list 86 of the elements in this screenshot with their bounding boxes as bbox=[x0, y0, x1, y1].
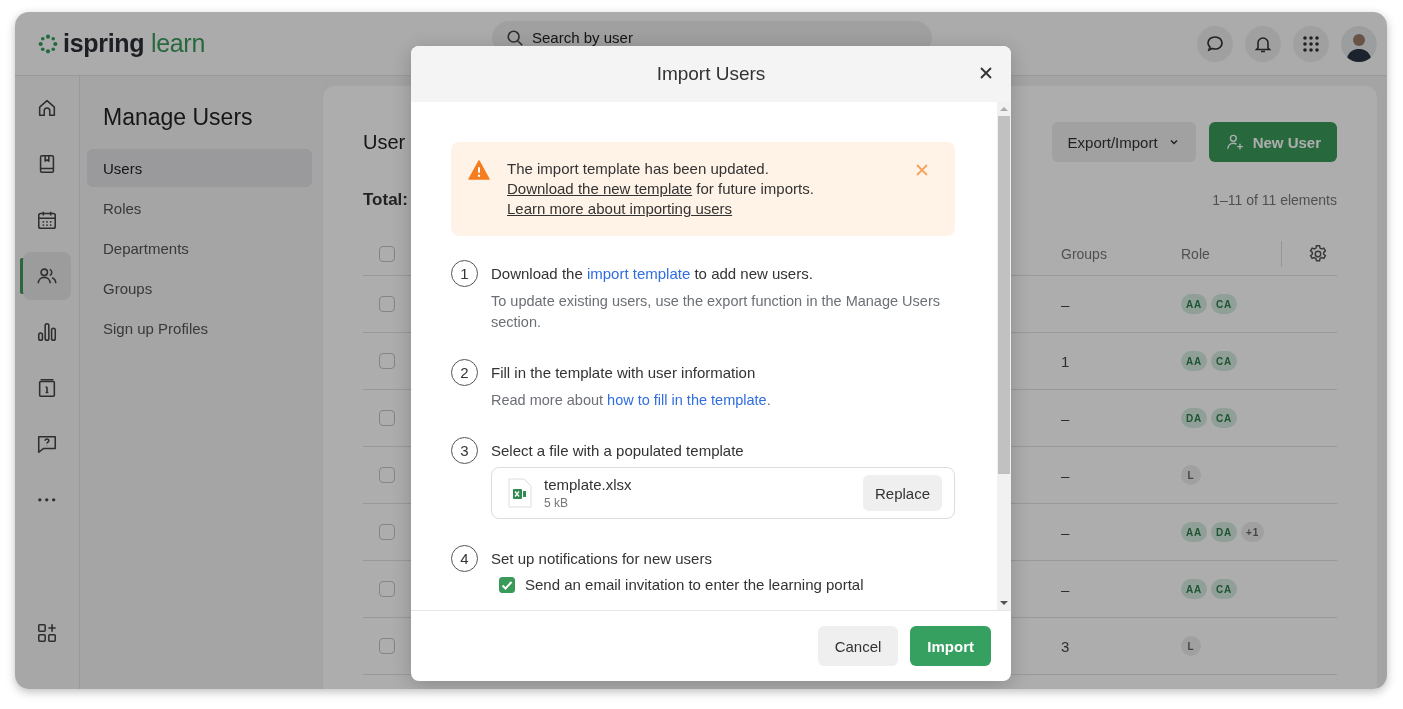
home-icon bbox=[36, 97, 58, 119]
step-title: Select a file with a populated template bbox=[491, 441, 745, 461]
row-checkbox[interactable] bbox=[379, 353, 395, 369]
replace-button[interactable]: Replace bbox=[862, 475, 942, 511]
step-title: Fill in the template with user information bbox=[491, 363, 757, 383]
total-label: Total: bbox=[363, 190, 408, 210]
column-header[interactable]: Groups bbox=[1061, 245, 1181, 262]
sidebar-item[interactable]: Sign up Profiles bbox=[87, 309, 312, 347]
step-note: To update existing users, use the export function in the Manage Users section. bbox=[491, 292, 941, 332]
apps-icon bbox=[36, 622, 58, 644]
chart-icon bbox=[36, 321, 58, 343]
section-title: Manage Users bbox=[103, 104, 254, 131]
chat-button[interactable] bbox=[1197, 25, 1233, 62]
new-user-button[interactable]: New User bbox=[1208, 122, 1337, 162]
table-cell-text: 3 bbox=[1061, 637, 1071, 655]
apps-grid-button[interactable] bbox=[1293, 25, 1329, 62]
chat-bubble-icon bbox=[1205, 33, 1225, 54]
row-checkbox[interactable] bbox=[379, 638, 395, 654]
add-user-icon bbox=[1224, 132, 1245, 152]
warning-icon bbox=[468, 160, 490, 180]
help-icon bbox=[36, 433, 58, 455]
role-badge: DA bbox=[1181, 408, 1208, 428]
download-template-link[interactable]: Download the new template bbox=[507, 180, 693, 197]
role-badge: CA bbox=[1211, 579, 1238, 599]
export-import-button[interactable]: Export/Import bbox=[1051, 122, 1196, 162]
role-badge: L bbox=[1181, 465, 1201, 485]
users-nav-button[interactable] bbox=[23, 252, 71, 300]
role-badge: AA bbox=[1181, 522, 1208, 542]
scroll-down-icon[interactable] bbox=[1000, 600, 1008, 606]
step-title: Download the import template to add new users. bbox=[491, 264, 814, 284]
row-checkbox[interactable] bbox=[379, 410, 395, 426]
template-link[interactable]: import template bbox=[586, 265, 691, 282]
pagination-count: 1–11 of 11 elements bbox=[1212, 192, 1337, 208]
dialog-title: Import Users bbox=[656, 63, 766, 85]
row-checkbox[interactable] bbox=[379, 524, 395, 540]
settings-icon[interactable] bbox=[1307, 242, 1329, 265]
more-icon bbox=[38, 498, 56, 502]
table-cell-text: – bbox=[1061, 409, 1071, 427]
logo-icon bbox=[37, 32, 59, 55]
cancel-button[interactable]: Cancel bbox=[817, 626, 899, 666]
role-badge: CA bbox=[1211, 294, 1238, 314]
close-button[interactable] bbox=[979, 66, 993, 80]
avatar[interactable] bbox=[1341, 25, 1377, 62]
notification-button[interactable] bbox=[1245, 25, 1281, 62]
role-badge: CA bbox=[1211, 351, 1238, 371]
role-badge: AA bbox=[1181, 294, 1208, 314]
row-checkbox[interactable] bbox=[379, 467, 395, 483]
import-button[interactable]: Import bbox=[910, 626, 991, 666]
row-checkbox[interactable] bbox=[379, 296, 395, 312]
table-cell-text: – bbox=[1061, 523, 1071, 541]
info-icon bbox=[36, 377, 58, 399]
search-icon bbox=[506, 28, 524, 47]
file-size: 5 kB bbox=[544, 496, 569, 510]
page-title: User bbox=[363, 130, 406, 154]
table-cell-text: – bbox=[1061, 466, 1071, 484]
role-badge: L bbox=[1181, 636, 1201, 656]
learn-more-link[interactable]: Learn more about importing users bbox=[507, 199, 733, 219]
help-link[interactable]: how to fill in the template bbox=[607, 392, 767, 408]
select-all-checkbox[interactable] bbox=[379, 245, 395, 262]
role-badge: DA bbox=[1211, 522, 1238, 542]
spreadsheet-file-icon bbox=[508, 478, 532, 508]
logo-text: ispring learn bbox=[63, 29, 205, 58]
checkbox-label[interactable]: Send an email invitation to enter the learning portal bbox=[525, 576, 864, 593]
step-note: Read more about how to fill in the template. bbox=[491, 391, 772, 410]
role-badge: CA bbox=[1211, 408, 1238, 428]
grid-icon bbox=[1301, 33, 1321, 54]
sidebar-item[interactable]: Users bbox=[87, 149, 312, 187]
row-checkbox[interactable] bbox=[379, 581, 395, 597]
close-icon bbox=[915, 163, 929, 177]
table-cell-text: – bbox=[1061, 580, 1071, 598]
file-name: template.xlsx bbox=[544, 476, 633, 493]
step-title: Set up notifications for new users bbox=[491, 549, 713, 569]
sidebar-item[interactable]: Roles bbox=[87, 189, 312, 227]
role-badge: +1 bbox=[1241, 522, 1265, 542]
role-badge: AA bbox=[1181, 579, 1208, 599]
notice-text: The import template has been updated. Download the new template for future imports. bbox=[507, 159, 815, 199]
calendar-icon bbox=[36, 209, 58, 231]
close-icon bbox=[979, 66, 993, 80]
scrollbar[interactable] bbox=[997, 102, 1011, 610]
sidebar-item[interactable]: Groups bbox=[87, 269, 312, 307]
column-header[interactable]: Role bbox=[1181, 245, 1281, 262]
table-cell-text: – bbox=[1061, 295, 1071, 313]
role-badge: AA bbox=[1181, 351, 1208, 371]
sidebar-item[interactable]: Departments bbox=[87, 229, 312, 267]
checkbox[interactable] bbox=[499, 576, 515, 593]
table-cell-text: 1 bbox=[1061, 352, 1071, 370]
